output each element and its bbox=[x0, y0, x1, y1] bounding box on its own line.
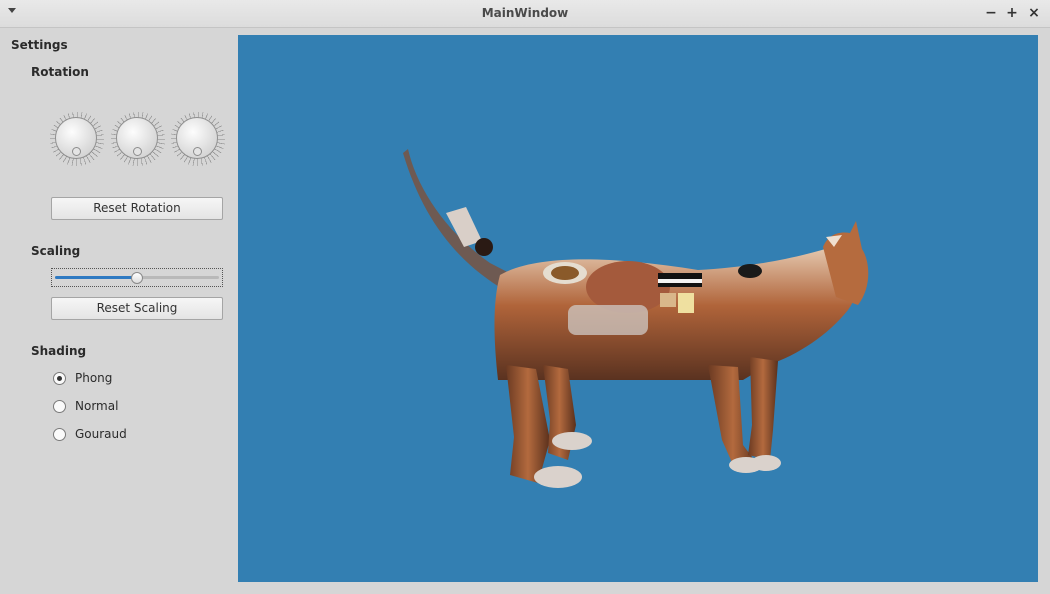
maximize-icon[interactable]: + bbox=[1003, 3, 1021, 23]
dial-indicator bbox=[72, 147, 81, 156]
rotation-dial-z[interactable] bbox=[171, 112, 225, 166]
gl-viewport[interactable] bbox=[238, 35, 1038, 582]
cat-dark-spot bbox=[738, 264, 762, 278]
shading-title: Shading bbox=[31, 344, 87, 358]
cat-model bbox=[403, 149, 869, 488]
close-icon[interactable]: × bbox=[1025, 3, 1043, 23]
cat-paw bbox=[751, 455, 781, 471]
cat-paw bbox=[552, 432, 592, 450]
reset-rotation-button[interactable]: Reset Rotation bbox=[51, 197, 223, 220]
reset-scaling-button[interactable]: Reset Scaling bbox=[51, 297, 223, 320]
cat-gray-patch bbox=[568, 305, 648, 335]
radio-circle[interactable] bbox=[53, 400, 66, 413]
cat-front-leg-right bbox=[748, 357, 778, 460]
cat-square-patch bbox=[678, 293, 694, 313]
cat-body bbox=[494, 245, 859, 380]
rotation-dial-x[interactable] bbox=[50, 112, 104, 166]
radio-label: Gouraud bbox=[75, 427, 127, 441]
radio-circle[interactable] bbox=[53, 372, 66, 385]
minimize-icon[interactable]: − bbox=[982, 3, 1000, 23]
dial-indicator bbox=[193, 147, 202, 156]
cat-eye-patch-inner bbox=[551, 266, 579, 280]
window-title: MainWindow bbox=[481, 6, 569, 20]
rotation-title: Rotation bbox=[31, 65, 89, 79]
cat-square-patch bbox=[660, 293, 676, 307]
radio-label: Normal bbox=[75, 399, 119, 413]
scaling-slider[interactable] bbox=[51, 268, 223, 287]
slider-handle[interactable] bbox=[131, 272, 143, 284]
radio-circle[interactable] bbox=[53, 428, 66, 441]
radio-label: Phong bbox=[75, 371, 113, 385]
settings-title: Settings bbox=[11, 38, 68, 52]
scaling-title: Scaling bbox=[31, 244, 81, 258]
rotation-dial-y[interactable] bbox=[111, 112, 165, 166]
title-bar: MainWindow − + × bbox=[0, 0, 1050, 28]
slider-fill bbox=[55, 276, 137, 279]
cat-paw bbox=[534, 466, 582, 488]
dial-indicator bbox=[133, 147, 142, 156]
cat-back-leg-left bbox=[506, 365, 550, 483]
cat-stripe-light bbox=[658, 279, 702, 283]
cat-tail-spot bbox=[475, 238, 493, 256]
